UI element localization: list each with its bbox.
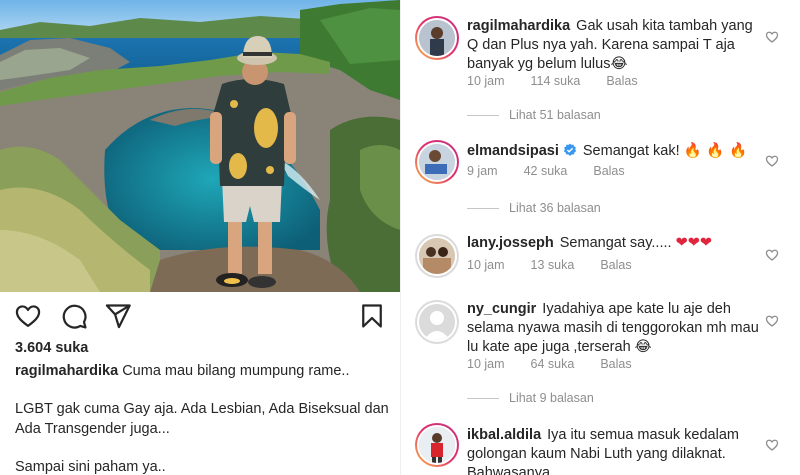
post-panel: 3.604 suka ragilmahardika Cuma mau bilan… [0,0,400,475]
laughing-emoji: 😂 [610,56,628,72]
comment-meta: 10 jam 64 suka Balas [467,357,658,371]
comment-body-partial: Bahwasanya [467,465,551,475]
post-actions-bar [0,292,400,338]
reply-button[interactable]: Balas [600,357,631,371]
post-photo[interactable] [0,0,400,292]
avatar[interactable] [415,140,459,184]
comment-time: 10 jam [467,74,505,88]
reply-button[interactable]: Balas [606,74,637,88]
heart-outline-icon[interactable] [14,302,42,330]
view-replies-button[interactable]: Lihat 36 balasan [467,201,601,215]
comment-likes[interactable]: 114 suka [531,74,581,88]
small-heart-icon[interactable] [765,154,779,168]
small-heart-icon[interactable] [765,30,779,44]
small-heart-icon[interactable] [765,248,779,262]
divider [467,208,499,210]
avatar[interactable] [415,300,459,344]
avatar[interactable] [415,234,459,278]
comment-text: ny_cungir Iyadahiya ape kate lu aje deh s… [467,300,767,357]
caption-text-3: Sampai sini paham ya.. [15,459,166,475]
comment-time: 9 jam [467,164,498,178]
view-replies-label: Lihat 36 balasan [509,201,601,215]
reply-button[interactable]: Balas [600,258,631,272]
post-caption: ragilmahardika Cuma mau bilang mumpung r… [15,361,395,475]
bookmark-icon[interactable] [358,302,386,330]
speech-bubble-icon[interactable] [60,302,88,330]
comment-username[interactable]: ragilmahardika [467,18,570,34]
small-heart-icon[interactable] [765,314,779,328]
likes-count[interactable]: 3.604 suka [15,340,88,356]
default-profile-icon [419,304,455,340]
comment-text: lany.josseph Semangat say..... ❤❤❤ [467,234,767,253]
comment-time: 10 jam [467,357,505,371]
comment-body: Semangat say..... [559,235,672,251]
fire-emoji: 🔥 🔥 🔥 [683,143,748,159]
post-photo-image [0,0,400,292]
paper-plane-icon[interactable] [104,302,132,330]
comment-meta: 10 jam 114 suka Balas [467,74,664,88]
comment-time: 10 jam [467,258,505,272]
comment-meta: 9 jam 42 suka Balas [467,164,651,178]
comment-username[interactable]: ny_cungir [467,301,536,317]
avatar[interactable] [415,16,459,60]
comment-username[interactable]: elmandsipasi [467,143,559,159]
comment-username[interactable]: ikbal.aldila [467,427,541,443]
comment-username[interactable]: lany.josseph [467,235,554,251]
comment-likes[interactable]: 42 suka [524,164,568,178]
comments-panel: ragilmahardika Gak usah kita tambah yang … [400,0,800,475]
view-replies-label: Lihat 9 balasan [509,391,594,405]
verified-badge-icon [563,143,577,157]
comment-likes[interactable]: 13 suka [531,258,575,272]
comment-body: Semangat kak! [582,143,680,159]
caption-text-1: Cuma mau bilang mumpung rame.. [122,363,350,379]
red-heart-emoji: ❤❤❤ [675,235,713,251]
view-replies-label: Lihat 51 balasan [509,108,601,122]
comment-likes[interactable]: 64 suka [531,357,575,371]
view-replies-button[interactable]: Lihat 51 balasan [467,108,601,122]
small-heart-icon[interactable] [765,438,779,452]
comment-meta: 10 jam 13 suka Balas [467,258,658,272]
comment-text: ikbal.aldila Iya itu semua masuk kedalam … [467,426,767,475]
view-replies-button[interactable]: Lihat 9 balasan [467,391,594,405]
divider [467,398,499,400]
comment-text: elmandsipasi Semangat kak! 🔥 🔥 🔥 [467,142,767,161]
caption-username[interactable]: ragilmahardika [15,363,118,379]
comment-text: ragilmahardika Gak usah kita tambah yang … [467,17,767,74]
reply-button[interactable]: Balas [593,164,624,178]
laughing-emoji: 😂 [634,339,652,355]
avatar[interactable] [415,423,459,467]
divider [467,115,499,117]
caption-text-2: LGBT gak cuma Gay aja. Ada Lesbian, Ada … [15,401,389,437]
